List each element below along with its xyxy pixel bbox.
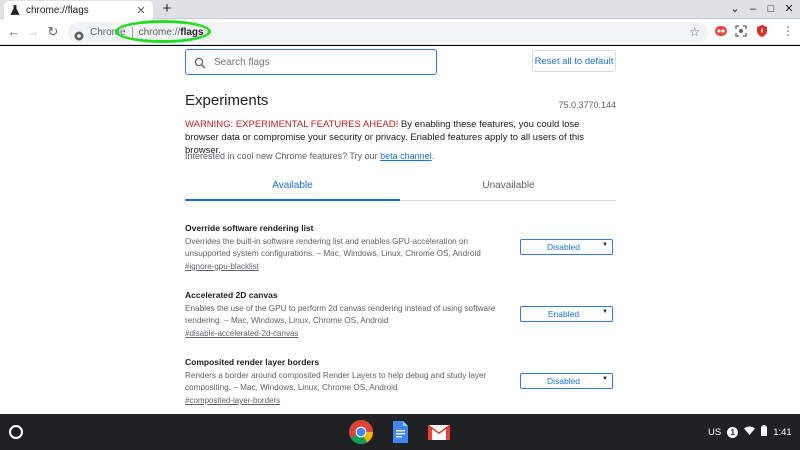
forward-button[interactable]: → — [25, 24, 41, 40]
battery-icon — [761, 425, 768, 439]
flag-state-select[interactable]: Enabled ▼ — [520, 306, 613, 322]
docs-icon[interactable] — [387, 419, 413, 445]
flag-state-select[interactable]: Disabled ▼ — [520, 373, 613, 389]
wifi-icon — [744, 426, 756, 438]
flag-state-value: Disabled — [546, 242, 581, 252]
tab-strip: chrome://flags ✕ + ⌄ – □ ✕ — [0, 0, 800, 19]
tab-title: chrome://flags — [26, 4, 89, 16]
reload-button[interactable]: ↻ — [45, 24, 61, 40]
search-flags-box[interactable] — [185, 49, 437, 75]
ext-red-icon[interactable] — [714, 24, 728, 38]
url-path: flags — [180, 27, 204, 38]
address-bar[interactable]: Chrome chrome:// flags ☆ — [68, 22, 708, 43]
flag-description: Enables the use of the GPU to perform 2d… — [185, 304, 496, 325]
flag-description: Renders a border around composited Rende… — [185, 371, 487, 392]
flag-id-link[interactable]: #composited-layer-borders — [185, 396, 280, 405]
browser-menu-icon[interactable]: ⋮ — [782, 24, 794, 38]
tab-available[interactable]: Available — [185, 171, 400, 201]
flags-tabs: Available Unavailable — [185, 171, 616, 201]
chrome-page-icon — [74, 28, 84, 40]
tab-search-icon[interactable]: ⌄ — [728, 2, 742, 16]
address-separator — [131, 26, 133, 39]
flag-state-select[interactable]: Disabled ▼ — [520, 239, 613, 255]
beta-note-text: Interested in cool new Chrome features? … — [185, 151, 381, 161]
page-title: Experiments — [185, 92, 269, 109]
flag-name: Override software rendering list — [185, 223, 314, 233]
url-scheme: chrome:// — [138, 27, 181, 38]
minimize-button[interactable]: – — [746, 2, 760, 16]
beta-note-end: . — [431, 151, 435, 161]
flag-item: Composited render layer borders Renders … — [185, 357, 615, 405]
gmail-icon[interactable] — [426, 419, 452, 445]
screen: chrome://flags ✕ + ⌄ – □ ✕ ← → ↻ Chrome … — [0, 0, 800, 450]
chrome-icon[interactable] — [348, 419, 374, 445]
origin-chip: Chrome — [90, 27, 126, 38]
flag-state-value: Enabled — [547, 309, 580, 319]
browser-toolbar: ← → ↻ Chrome chrome:// flags ☆ ⋮ — [0, 19, 800, 45]
beta-channel-note: Interested in cool new Chrome features? … — [185, 151, 434, 161]
flag-item: Override software rendering list Overrid… — [185, 223, 615, 271]
browser-tab-flags[interactable]: chrome://flags ✕ — [4, 1, 153, 19]
launcher-button[interactable] — [9, 425, 23, 439]
back-button[interactable]: ← — [6, 24, 22, 40]
reset-all-button[interactable]: Reset all to default — [532, 50, 616, 72]
ext-screenshot-icon[interactable] — [734, 24, 748, 38]
keyboard-locale: US — [708, 426, 722, 438]
close-window-button[interactable]: ✕ — [782, 2, 796, 16]
search-flags-input[interactable] — [214, 56, 414, 68]
search-icon — [194, 56, 206, 69]
notification-badge: 1 — [727, 426, 739, 438]
bookmark-star-icon[interactable]: ☆ — [689, 25, 700, 39]
warning-heading: WARNING: EXPERIMENTAL FEATURES AHEAD! — [185, 119, 399, 130]
version-label: 75.0.3770.144 — [558, 100, 616, 110]
flag-description: Overrides the built-in software renderin… — [185, 237, 481, 258]
flag-id-link[interactable]: #disable-accelerated-2d-canvas — [185, 329, 298, 338]
flag-name: Accelerated 2D canvas — [185, 290, 278, 300]
new-tab-button[interactable]: + — [160, 1, 174, 17]
flags-page: Reset all to default Experiments 75.0.37… — [0, 46, 800, 414]
tab-unavailable[interactable]: Unavailable — [401, 171, 616, 201]
dropdown-arrow-icon: ▼ — [602, 309, 608, 315]
dropdown-arrow-icon: ▼ — [602, 242, 608, 248]
clock-time: 1:41 — [773, 426, 792, 438]
tab-close-icon[interactable]: ✕ — [135, 4, 147, 17]
flag-id-link[interactable]: #ignore-gpu-blacklist — [185, 262, 259, 271]
dropdown-arrow-icon: ▼ — [602, 376, 608, 382]
maximize-button[interactable]: □ — [764, 2, 778, 16]
ext-shield-icon[interactable] — [755, 24, 769, 38]
system-tray[interactable]: US 1 1:41 — [708, 424, 792, 440]
flask-icon — [10, 5, 20, 15]
os-shelf: US 1 1:41 — [0, 414, 800, 450]
flag-state-value: Disabled — [546, 376, 581, 386]
flag-name: Composited render layer borders — [185, 357, 320, 367]
beta-channel-link[interactable]: beta channel — [380, 151, 432, 161]
flag-item: Accelerated 2D canvas Enables the use of… — [185, 290, 615, 338]
